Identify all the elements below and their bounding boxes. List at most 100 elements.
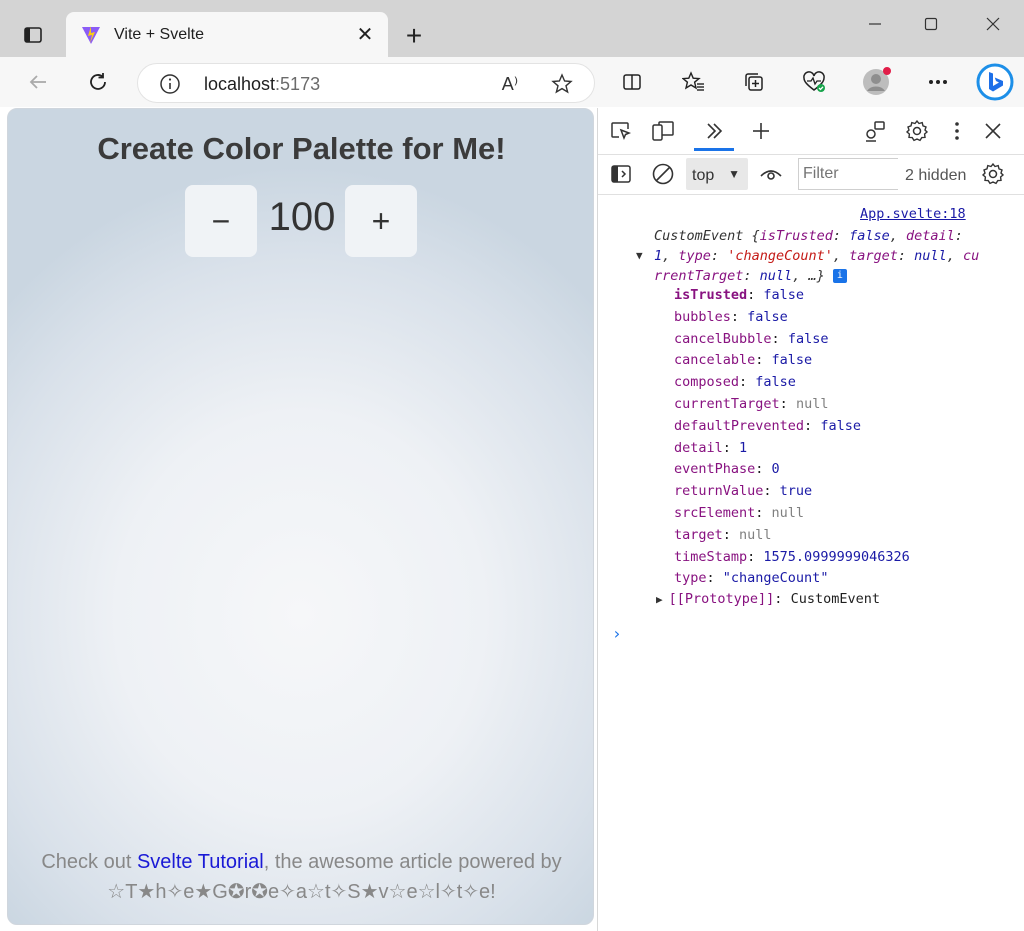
- summary-colon: :: [832, 228, 850, 244]
- url-text[interactable]: localhost:5173: [204, 74, 320, 95]
- read-aloud-icon[interactable]: A⁾: [496, 70, 524, 98]
- page-title: Create Color Palette for Me!: [97, 131, 506, 166]
- devtools-menu-icon[interactable]: [944, 118, 970, 144]
- favorites-icon[interactable]: [678, 66, 710, 98]
- live-expression-eye-icon[interactable]: [758, 161, 784, 187]
- property-row[interactable]: bubbles: false: [674, 307, 910, 329]
- back-arrow-icon[interactable]: [22, 66, 54, 98]
- property-key: type: [674, 570, 707, 587]
- count-value: 100: [268, 195, 336, 239]
- clear-console-icon[interactable]: [650, 161, 676, 187]
- property-colon: :: [771, 330, 788, 347]
- collapse-triangle-icon[interactable]: ▼: [636, 249, 643, 262]
- favorite-star-icon[interactable]: [548, 70, 576, 98]
- summary-value: null: [759, 268, 793, 284]
- browser-essentials-icon[interactable]: [798, 66, 830, 98]
- expand-triangle-icon[interactable]: ▶: [656, 593, 663, 606]
- property-row[interactable]: cancelable: false: [674, 350, 910, 372]
- tab-title: Vite + Svelte: [114, 25, 204, 43]
- footer-text: Check out Svelte Tutorial, the awesome a…: [8, 847, 593, 907]
- counter: − 100 +: [185, 185, 419, 257]
- new-tab-button[interactable]: +: [398, 20, 430, 52]
- property-row[interactable]: defaultPrevented: false: [674, 416, 910, 438]
- console-prompt-chevron[interactable]: ›: [612, 624, 622, 643]
- console-settings-gear-icon[interactable]: [980, 161, 1006, 187]
- context-selector[interactable]: top ▼: [686, 158, 748, 190]
- property-colon: :: [722, 526, 740, 543]
- property-row[interactable]: timeStamp: 1575.0999999046326: [674, 547, 910, 569]
- property-row[interactable]: isTrusted: false: [674, 285, 910, 307]
- settings-gear-icon[interactable]: [904, 118, 930, 144]
- summary-key: isTrusted: [759, 228, 833, 244]
- event-summary[interactable]: CustomEvent {isTrusted: false, detail: 1…: [654, 226, 984, 286]
- console-toolbar: top ▼ 2 hidden: [598, 155, 1024, 193]
- devtools-tab-bar: [598, 108, 1024, 152]
- decrement-button[interactable]: −: [185, 185, 257, 257]
- source-link[interactable]: App.svelte:18: [860, 206, 966, 222]
- summary-value: 'changeCount': [727, 248, 833, 264]
- site-info-icon[interactable]: [158, 72, 182, 96]
- address-bar[interactable]: localhost:5173 A⁾: [137, 63, 595, 103]
- property-colon: :: [755, 352, 772, 369]
- add-tab-icon[interactable]: [748, 118, 774, 144]
- more-options-icon[interactable]: [922, 66, 954, 98]
- property-row[interactable]: composed: false: [674, 372, 910, 394]
- title-bar: Vite + Svelte ✕ +: [0, 0, 1024, 57]
- prototype-row[interactable]: ▶ [[Prototype]]: CustomEvent: [656, 591, 880, 607]
- maximize-icon[interactable]: [911, 8, 951, 40]
- vite-logo-icon: [80, 24, 102, 46]
- summary-colon: :: [897, 248, 915, 264]
- property-value: null: [795, 395, 829, 412]
- property-row[interactable]: returnValue: true: [674, 481, 910, 503]
- inspect-element-icon[interactable]: [608, 118, 634, 144]
- customize-icon[interactable]: [862, 118, 888, 144]
- svelte-tutorial-link[interactable]: Svelte Tutorial: [137, 851, 264, 873]
- increment-button[interactable]: +: [345, 185, 417, 257]
- console-filter-input[interactable]: [798, 158, 898, 190]
- summary-separator: ,: [662, 248, 679, 264]
- property-row[interactable]: type: "changeCount": [674, 568, 910, 590]
- split-screen-icon[interactable]: [616, 66, 648, 98]
- tab-close-icon[interactable]: ✕: [350, 20, 380, 50]
- property-row[interactable]: eventPhase: 0: [674, 459, 910, 481]
- profile-avatar[interactable]: [860, 66, 892, 98]
- summary-key: target: [849, 248, 898, 264]
- prototype-key: [[Prototype]]: [668, 591, 775, 607]
- property-value: false: [747, 308, 788, 325]
- property-value: 0: [771, 461, 780, 478]
- collections-icon[interactable]: [738, 66, 770, 98]
- bing-copilot-icon[interactable]: [975, 62, 1015, 102]
- property-key: srcElement: [674, 504, 756, 521]
- info-badge-icon: i: [832, 269, 847, 283]
- sidebar-toggle-icon[interactable]: [608, 161, 634, 187]
- summary-colon: :: [743, 268, 760, 284]
- url-port: :5173: [275, 74, 321, 94]
- tab-actions-icon[interactable]: [16, 18, 50, 52]
- device-emulation-icon[interactable]: [650, 118, 676, 144]
- property-row[interactable]: currentTarget: null: [674, 394, 910, 416]
- close-window-icon[interactable]: [973, 8, 1013, 40]
- summary-value: false: [849, 228, 890, 244]
- browser-tab[interactable]: Vite + Svelte ✕: [66, 12, 388, 57]
- property-colon: :: [779, 395, 796, 412]
- devtools-panel: top ▼ 2 hidden App.svelte:18 ▼ CustomEve…: [597, 108, 1024, 931]
- minimize-icon[interactable]: [855, 8, 895, 40]
- footer-decorated-text: ☆T★h✧e★G✪r✪e✧a☆t✧S★v☆e☆l✧t✧e!: [107, 881, 496, 903]
- property-row[interactable]: srcElement: null: [674, 503, 910, 525]
- property-row[interactable]: cancelBubble: false: [674, 329, 910, 351]
- summary-suffix: , …}: [792, 268, 825, 284]
- more-tabs-chevron-icon[interactable]: [702, 118, 728, 144]
- prototype-value: CustomEvent: [790, 591, 880, 607]
- property-colon: :: [755, 461, 772, 478]
- property-colon: :: [706, 570, 723, 587]
- property-key: timeStamp: [674, 548, 748, 565]
- property-key: bubbles: [674, 308, 731, 325]
- hidden-count-label[interactable]: 2 hidden: [905, 167, 966, 185]
- close-devtools-icon[interactable]: [980, 118, 1006, 144]
- prototype-colon: :: [774, 591, 791, 607]
- property-row[interactable]: detail: 1: [674, 438, 910, 460]
- summary-value: 1: [654, 248, 663, 264]
- refresh-icon[interactable]: [82, 66, 114, 98]
- property-value: false: [787, 330, 829, 347]
- property-row[interactable]: target: null: [674, 525, 910, 547]
